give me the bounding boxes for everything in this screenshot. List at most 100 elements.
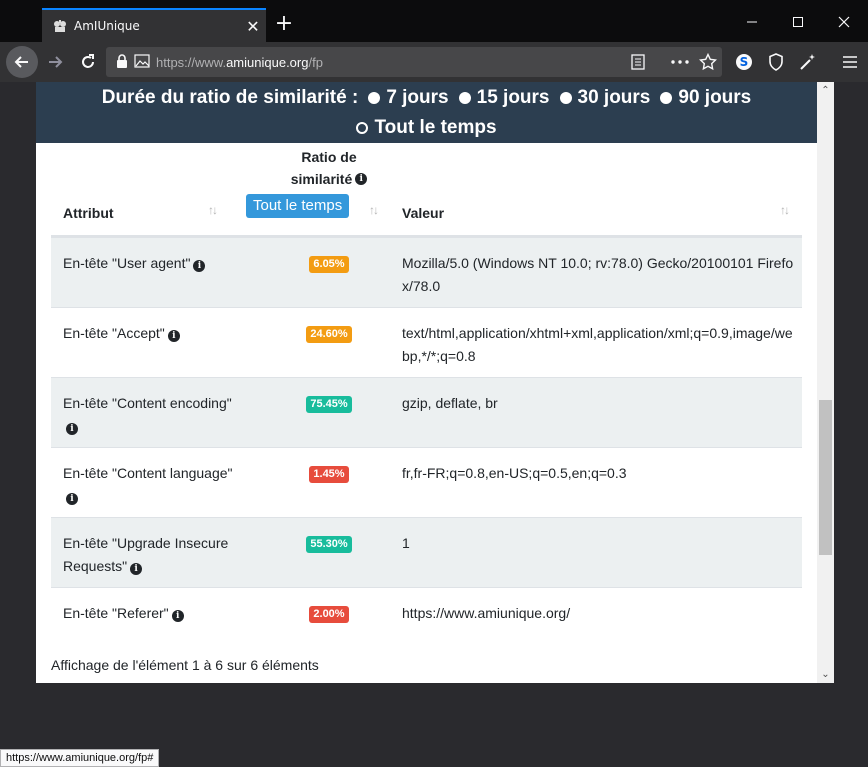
cell-ratio: 6.05%	[249, 254, 409, 273]
page-actions-icon[interactable]	[668, 50, 692, 74]
column-header-ratio-line2: similarité i	[249, 171, 409, 187]
tab-title: AmIUnique	[74, 19, 140, 33]
table-row: En-tête "Content encoding" i 75.45% gzip, d…	[51, 377, 802, 447]
back-arrow-icon	[14, 56, 28, 68]
ratio-header-text: similarité	[290, 171, 353, 187]
table-row: En-tête "Upgrade Insecure Requests" i 55.3…	[51, 517, 802, 587]
forward-button[interactable]	[43, 50, 67, 74]
minimize-icon[interactable]	[742, 12, 762, 32]
cell-value: fr,fr-FR;q=0.8,en-US;q=0.5,en;q=0.3	[402, 465, 627, 481]
ratio-badge: 2.00%	[309, 606, 349, 623]
radio-label: 7 jours	[386, 87, 449, 108]
ratio-badge: 55.30%	[306, 536, 352, 553]
cell-value: 1	[402, 535, 410, 551]
sort-arrows-icon[interactable]: ↑↓	[780, 203, 790, 217]
sort-arrows-icon[interactable]: ↑↓	[208, 203, 218, 217]
info-icon[interactable]: i	[130, 563, 143, 575]
column-header-attribute[interactable]: Attribut	[63, 205, 114, 221]
radio-15-days[interactable]: 15 jours	[458, 87, 550, 109]
info-icon[interactable]: i	[66, 493, 78, 505]
cell-attribute: En-tête "Upgrade Insecure Requests" i	[63, 532, 233, 578]
menu-hamburger-icon[interactable]	[838, 50, 862, 74]
cell-attribute: En-tête "Content encoding" i	[63, 392, 233, 438]
ratio-period-button[interactable]: Tout le temps	[246, 194, 350, 218]
shield-icon[interactable]	[764, 50, 788, 74]
cell-ratio: 2.00%	[249, 604, 409, 623]
reader-view-icon[interactable]	[626, 50, 650, 74]
radio-filled-icon	[660, 92, 673, 104]
table-row: En-tête "Accept" i 24.60% text/html,applica…	[51, 307, 802, 377]
info-icon[interactable]: i	[355, 173, 368, 185]
radio-all-time[interactable]: Tout le temps	[356, 117, 497, 139]
reload-button[interactable]	[76, 50, 100, 74]
radio-7-days[interactable]: 7 jours	[368, 87, 449, 109]
reload-icon	[82, 54, 94, 68]
cell-attribute: En-tête "Referer" i	[63, 602, 233, 625]
magic-wand-icon[interactable]	[796, 50, 820, 74]
cell-value: gzip, deflate, br	[402, 395, 498, 411]
extension-s-icon[interactable]: S	[732, 50, 756, 74]
navigation-toolbar: https://www.amiunique.org/fp S	[0, 42, 868, 82]
cell-ratio: 75.45%	[249, 394, 409, 413]
ratio-badge: 6.05%	[309, 256, 349, 273]
attribute-text: En-tête "Referer"	[63, 605, 169, 621]
cell-attribute: En-tête "Accept" i	[63, 322, 233, 345]
page-viewport: Durée du ratio de similarité : 7 jours 1…	[36, 82, 834, 683]
scroll-down-icon[interactable]: ⌄	[817, 666, 834, 683]
sort-arrows-icon[interactable]: ↑↓	[369, 203, 379, 217]
status-bar: https://www.amiunique.org/fp#	[0, 749, 160, 767]
column-header-value[interactable]: Valeur	[402, 205, 444, 221]
duration-label: Durée du ratio de similarité :	[101, 87, 359, 108]
url-prefix: https://www.	[156, 54, 227, 70]
tab-close-icon[interactable]: ✕	[240, 17, 266, 36]
table-row: En-tête "Referer" i 2.00% https://www.amiun…	[51, 587, 802, 657]
ratio-badge: 24.60%	[306, 326, 352, 343]
new-tab-button[interactable]: +	[272, 12, 296, 36]
cell-ratio: 1.45%	[249, 464, 409, 483]
lock-icon[interactable]	[116, 53, 128, 72]
tab-amiunique[interactable]: AmIUnique ✕	[42, 8, 266, 42]
scroll-thumb[interactable]	[819, 400, 832, 555]
scroll-up-icon[interactable]: ⌃	[817, 82, 834, 99]
attribute-text: En-tête "User agent"	[63, 255, 191, 271]
radio-label: 30 jours	[577, 87, 651, 108]
radio-30-days[interactable]: 30 jours	[559, 87, 651, 109]
back-button[interactable]	[6, 46, 38, 78]
radio-label: Tout le temps	[374, 117, 497, 138]
info-icon[interactable]: i	[171, 610, 184, 622]
radio-90-days[interactable]: 90 jours	[660, 87, 751, 109]
attribute-text: En-tête "Accept"	[63, 325, 165, 341]
vertical-scrollbar[interactable]: ⌃ ⌄	[817, 82, 834, 683]
cell-attribute: En-tête "Content language" i	[63, 462, 233, 508]
info-icon[interactable]: i	[193, 260, 206, 272]
cell-value: Mozilla/5.0 (Windows NT 10.0; rv:78.0) G…	[402, 255, 794, 294]
attribute-text: En-tête "Upgrade Insecure Requests"	[63, 535, 229, 574]
info-icon[interactable]: i	[66, 423, 78, 435]
column-header-ratio-line1: Ratio de	[301, 149, 357, 165]
close-window-icon[interactable]	[834, 12, 854, 32]
title-bar: AmIUnique ✕ +	[0, 0, 868, 42]
table-row: En-tête "Content language" i 1.45% fr,fr-FR…	[51, 447, 802, 517]
svg-text:S: S	[740, 55, 749, 69]
cell-ratio: 24.60%	[249, 324, 409, 343]
amiunique-favicon-icon	[52, 18, 68, 34]
ratio-badge: 1.45%	[309, 466, 349, 483]
radio-label: 15 jours	[476, 87, 550, 108]
radio-filled-icon	[559, 92, 572, 104]
image-permission-icon[interactable]	[134, 53, 150, 72]
info-icon[interactable]: i	[167, 330, 180, 342]
bookmark-star-icon[interactable]	[696, 50, 720, 74]
table-header: Attribut ↑↓ Ratio de similarité i Tout le…	[51, 143, 802, 237]
maximize-icon[interactable]	[788, 12, 808, 32]
attribute-text: En-tête "Content language"	[63, 465, 233, 481]
table-info: Affichage de l'élément 1 à 6 sur 6 éléme…	[51, 657, 319, 673]
radio-empty-icon	[356, 122, 369, 134]
radio-label: 90 jours	[678, 87, 752, 108]
attribute-text: En-tête "Content encoding"	[63, 395, 232, 411]
cell-value: text/html,application/xhtml+xml,applicat…	[402, 325, 793, 364]
radio-filled-icon	[458, 92, 471, 104]
url-text[interactable]: https://www.amiunique.org/fp	[156, 55, 323, 70]
similarity-duration-banner: Durée du ratio de similarité : 7 jours 1…	[36, 82, 817, 143]
forward-arrow-icon	[49, 56, 63, 68]
url-domain: amiunique.org	[226, 54, 309, 70]
